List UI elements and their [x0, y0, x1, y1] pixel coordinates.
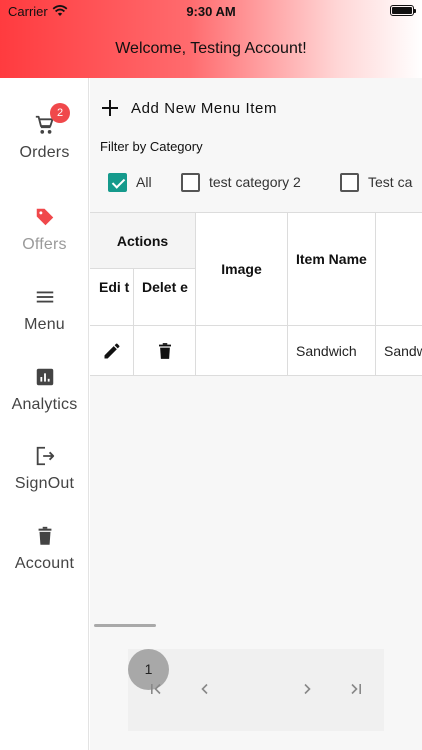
- sidebar-item-label: Menu: [24, 316, 65, 333]
- sidebar-item-menu[interactable]: Menu: [0, 286, 89, 356]
- edit-header: Edi t: [90, 269, 134, 326]
- category-label: All: [136, 174, 152, 190]
- sidebar-item-signout[interactable]: SignOut: [0, 445, 89, 515]
- last-page-icon: [351, 683, 361, 695]
- sidebar-item-account[interactable]: Account: [0, 525, 89, 595]
- welcome-title: Welcome, Testing Account!: [115, 40, 307, 57]
- first-page-button[interactable]: [142, 669, 172, 709]
- actions-header: Actions: [90, 213, 196, 269]
- horizontal-scrollbar[interactable]: [94, 624, 156, 627]
- trash-icon: [38, 526, 51, 545]
- sidebar-item-label: Offers: [22, 236, 67, 253]
- column-header: [376, 213, 422, 326]
- tag-icon: [36, 208, 53, 226]
- menu-items-table: Actions Edi t Delet e Image Item Name Sa…: [90, 212, 422, 376]
- sidebar-item-offers[interactable]: Offers: [0, 206, 89, 276]
- sidebar-item-label: Orders: [19, 144, 70, 161]
- chevron-right-icon: [304, 683, 311, 695]
- category-checkbox-test-category-2[interactable]: test category 2: [181, 171, 301, 193]
- menu-icon: [36, 291, 53, 303]
- sidebar-item-label: Analytics: [11, 396, 78, 413]
- category-label: Test ca: [368, 174, 413, 190]
- delete-trash-icon[interactable]: [156, 341, 174, 361]
- table-row-delete-cell: [134, 326, 196, 376]
- item-name-header: Item Name: [288, 213, 376, 326]
- checkbox-icon: [340, 172, 359, 192]
- sidebar-item-label: SignOut: [14, 475, 75, 492]
- orders-badge: 2: [50, 103, 70, 123]
- category-checkbox-test-ca[interactable]: Test ca: [340, 171, 412, 193]
- edit-pencil-icon[interactable]: [102, 341, 122, 361]
- sign-out-icon: [36, 446, 54, 466]
- next-page-button[interactable]: [292, 669, 322, 709]
- add-menu-item-button[interactable]: Add New Menu Item: [102, 96, 277, 120]
- chevron-left-icon: [201, 683, 208, 695]
- analytics-icon: [36, 368, 53, 386]
- status-bar: Carrier 9:30 AM: [0, 0, 422, 22]
- first-page-icon: [151, 683, 161, 695]
- app-header: Carrier 9:30 AM Welcome, Testing Account…: [0, 0, 422, 78]
- table-row-image-cell: [196, 326, 288, 376]
- add-menu-item-label: Add New Menu Item: [131, 99, 278, 117]
- category-label: test category 2: [209, 174, 301, 190]
- last-page-button[interactable]: [340, 669, 370, 709]
- checkbox-icon: [181, 172, 200, 192]
- sidebar-item-orders[interactable]: 2 Orders: [0, 103, 89, 184]
- table-row-extra-cell: Sandw: [376, 326, 422, 376]
- battery-icon: [390, 5, 416, 16]
- delete-header: Delet e: [134, 269, 196, 326]
- filter-title: Filter by Category: [100, 139, 203, 154]
- table-row-edit-cell: [90, 326, 134, 376]
- pagination: 1: [128, 649, 384, 731]
- status-time: 9:30 AM: [186, 4, 236, 19]
- plus-icon: [102, 100, 118, 116]
- main-content: Add New Menu Item Filter by Category All…: [90, 78, 422, 750]
- category-checkbox-all[interactable]: All: [108, 171, 152, 193]
- checkbox-checked-icon: [108, 172, 127, 192]
- table-row-name-cell: Sandwich: [288, 326, 376, 376]
- sidebar-item-analytics[interactable]: Analytics: [0, 366, 89, 436]
- sidebar-item-label: Account: [14, 555, 75, 572]
- image-header: Image: [196, 213, 288, 326]
- sidebar: 2 Orders Offers Menu Analytics SignOut A…: [0, 78, 89, 750]
- previous-page-button[interactable]: [190, 669, 220, 709]
